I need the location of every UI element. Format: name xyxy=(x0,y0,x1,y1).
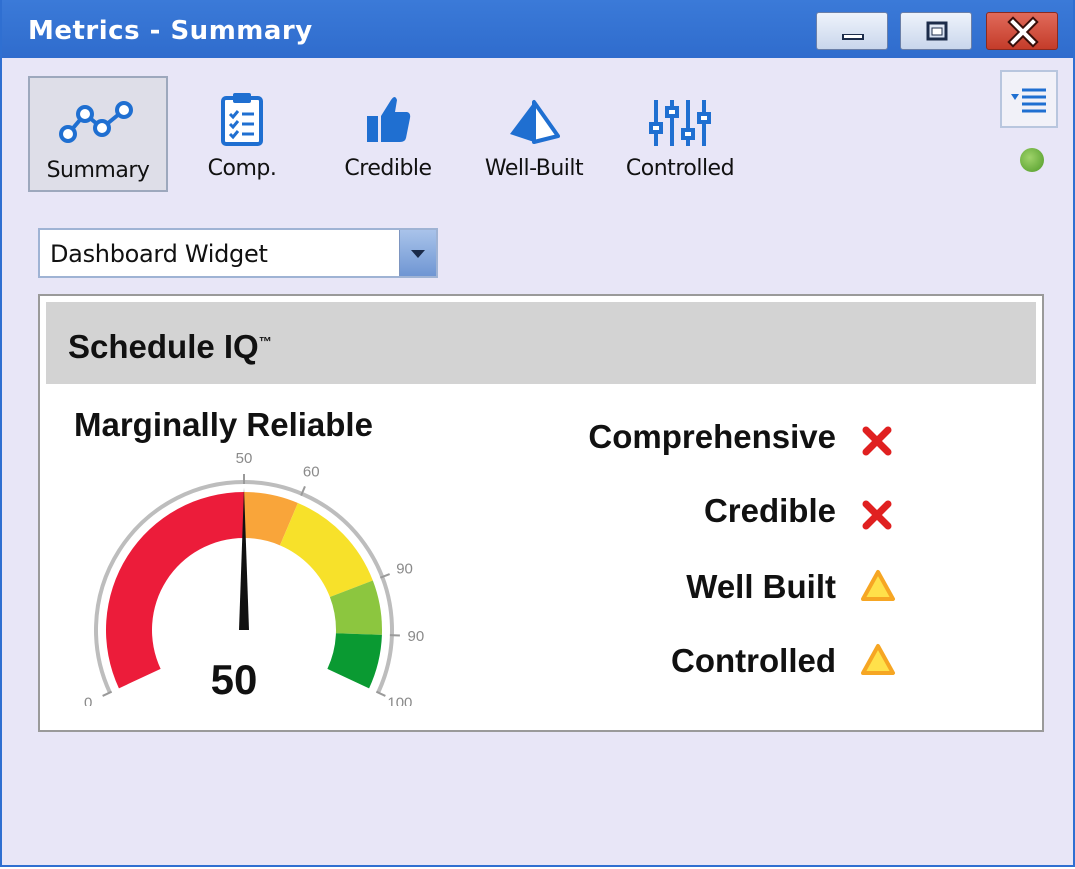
gauge-tick-label: 90 xyxy=(408,628,425,645)
panel-title-text: Schedule IQ xyxy=(68,328,259,365)
gauge-tick-label: 50 xyxy=(236,450,253,467)
gauge-tick xyxy=(102,690,113,697)
options-menu-button[interactable] xyxy=(1000,70,1058,128)
tab-controlled[interactable]: Controlled xyxy=(610,76,750,192)
schedule-iq-panel: Schedule IQ™ Marginally Reliable 0 50 60 90… xyxy=(38,294,1044,732)
minimize-button[interactable] xyxy=(816,12,888,50)
panel-title: Schedule IQ™ xyxy=(68,328,272,366)
tab-credible[interactable]: Credible xyxy=(318,76,458,192)
gauge-tick-label: 0 xyxy=(84,695,92,706)
chevron-down-icon xyxy=(411,250,425,258)
restore-button[interactable] xyxy=(900,12,972,50)
tab-summary-label: Summary xyxy=(46,158,150,183)
trademark-symbol: ™ xyxy=(258,334,272,349)
chart-line-icon xyxy=(59,101,133,143)
tab-comp-label: Comp. xyxy=(207,156,277,181)
close-icon xyxy=(1007,16,1039,48)
tab-controlled-label: Controlled xyxy=(625,156,735,181)
close-button[interactable] xyxy=(986,12,1058,50)
tab-comp[interactable]: Comp. xyxy=(172,76,312,192)
metric-credible-label: Credible xyxy=(703,492,836,529)
title-bar[interactable]: Metrics - Summary xyxy=(2,0,1073,58)
window-title: Metrics - Summary xyxy=(28,16,313,46)
tab-well-built-label: Well-Built xyxy=(484,156,584,181)
view-selector-value: Dashboard Widget xyxy=(50,240,268,268)
x-icon xyxy=(862,426,892,456)
clipboard-checklist-icon xyxy=(221,93,263,146)
sliders-icon xyxy=(649,100,711,146)
gauge-tick-label: 100 xyxy=(387,695,412,706)
gauge-tick-label: 60 xyxy=(303,464,320,481)
panel-header: Schedule IQ™ xyxy=(46,302,1036,384)
metric-comprehensive-label: Comprehensive xyxy=(588,418,836,455)
gauge-tick xyxy=(375,690,386,697)
warning-triangle-icon xyxy=(861,570,895,601)
pyramid-icon xyxy=(510,100,560,144)
minimize-icon xyxy=(842,34,864,40)
warning-triangle-icon xyxy=(861,644,895,675)
tab-summary[interactable]: Summary xyxy=(28,76,168,192)
gauge-value-label: 50 xyxy=(211,656,258,703)
gauge-band-green xyxy=(327,633,382,689)
view-selector-dropdown[interactable]: Dashboard Widget xyxy=(38,228,438,278)
x-icon xyxy=(862,500,892,530)
metrics-window: Metrics - Summary Summary Comp. Credible… xyxy=(0,0,1075,867)
list-menu-icon xyxy=(1011,88,1046,113)
tab-credible-label: Credible xyxy=(344,156,432,181)
status-indicator-icon xyxy=(1020,148,1044,172)
metric-controlled-label: Controlled xyxy=(671,642,836,679)
dropdown-arrow-button[interactable] xyxy=(399,230,436,276)
reliability-gauge: 0 50 60 90 90 100 50 xyxy=(84,450,425,706)
metric-well-built-label: Well Built xyxy=(686,568,836,605)
reliability-rating: Marginally Reliable xyxy=(74,406,373,443)
restore-icon xyxy=(926,21,948,41)
tab-well-built[interactable]: Well-Built xyxy=(464,76,604,192)
thumbs-up-icon xyxy=(367,97,411,142)
gauge-band-yellow xyxy=(279,502,373,598)
gauge-tick-label: 90 xyxy=(396,560,413,577)
